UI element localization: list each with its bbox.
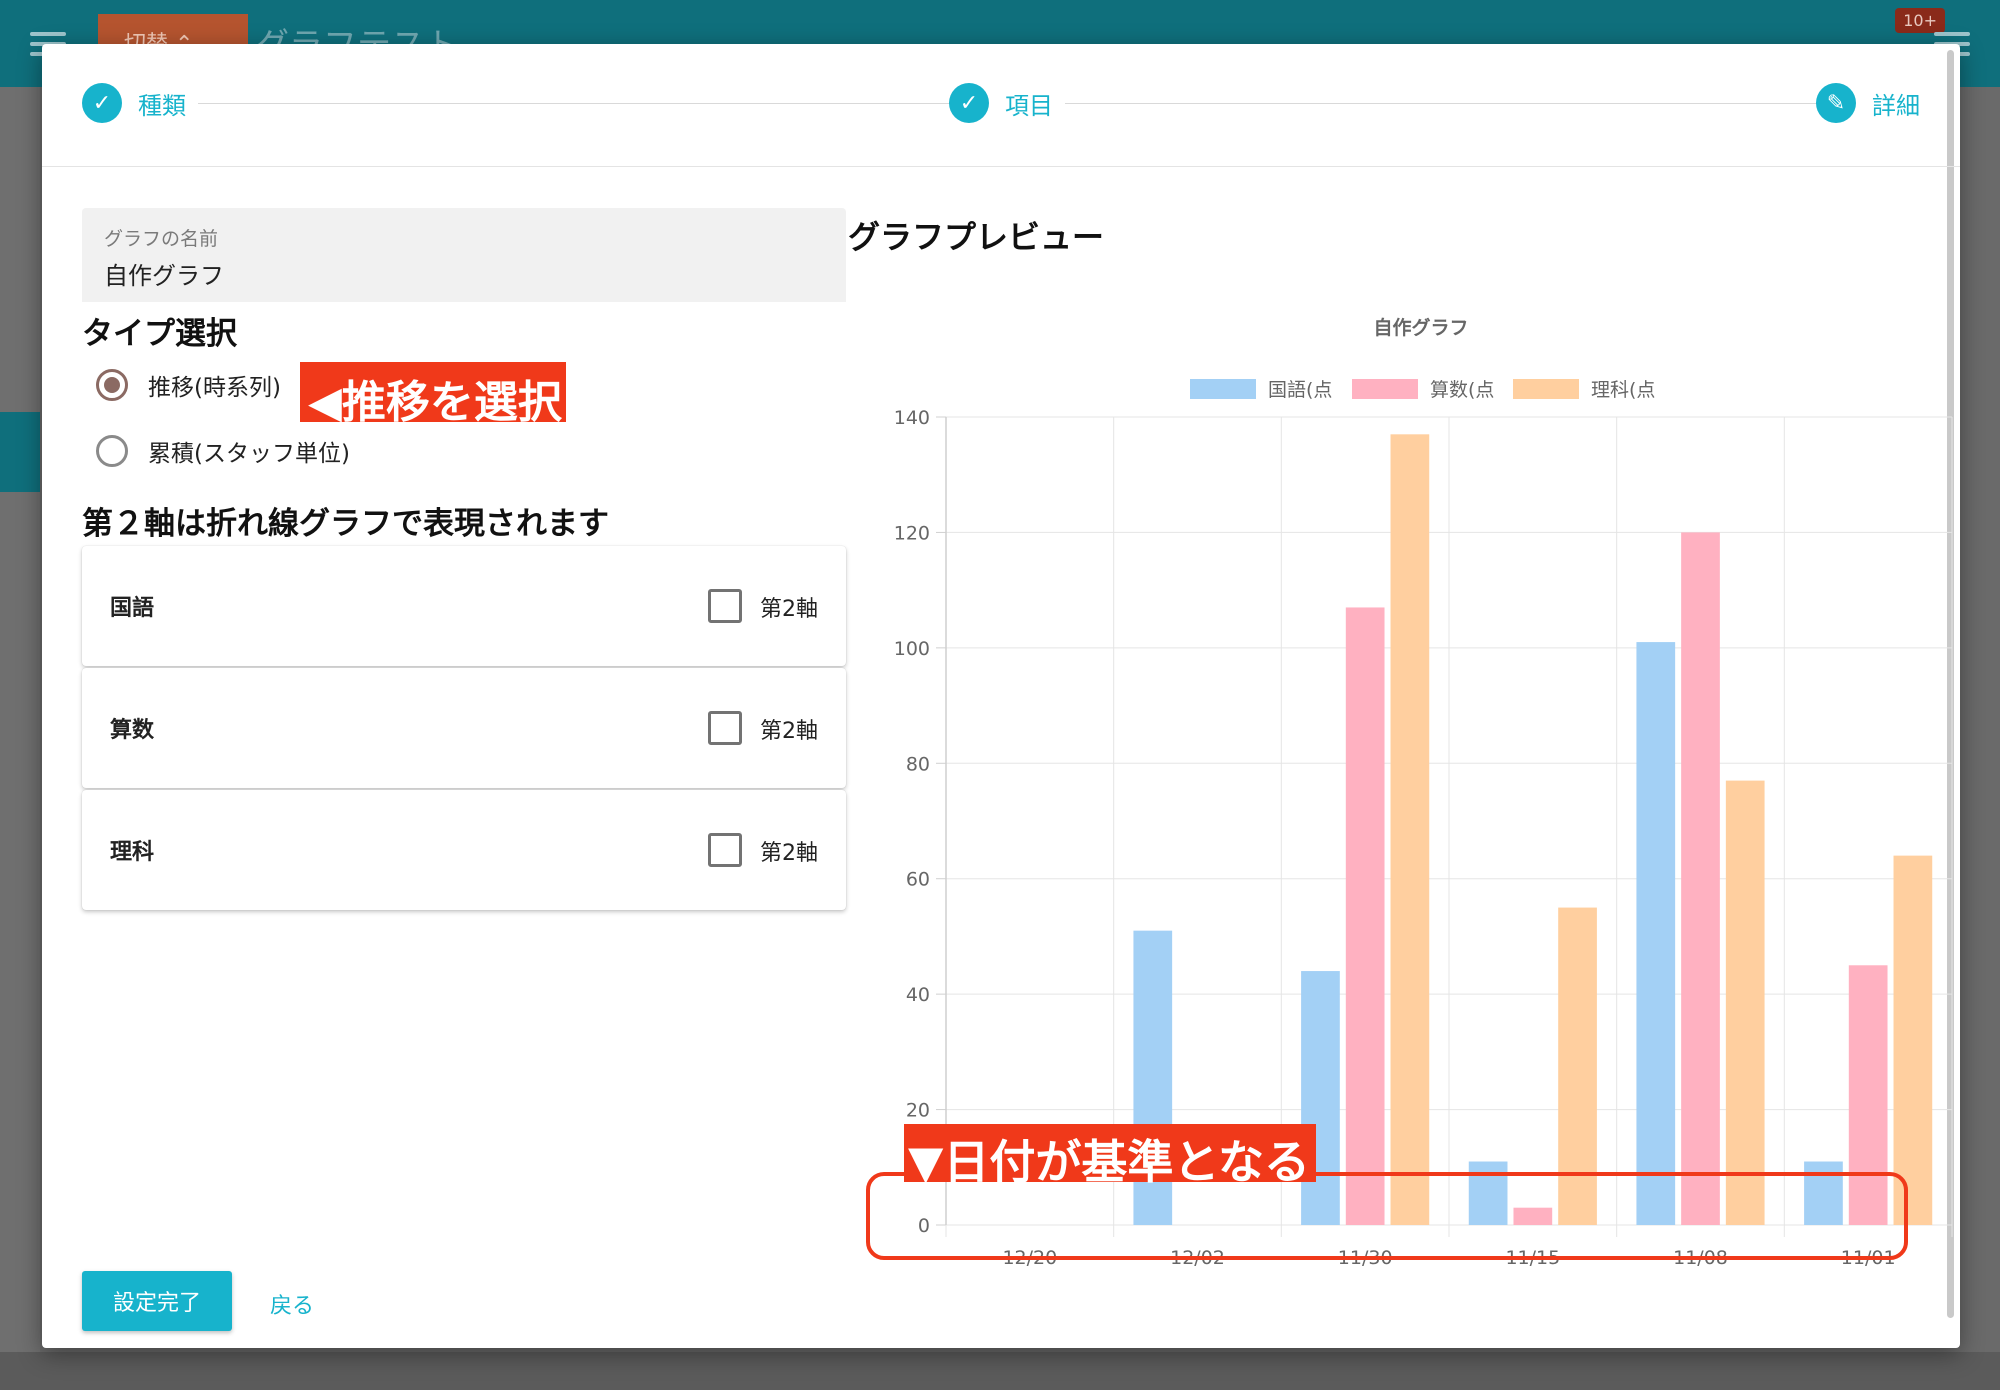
radio-label-trend: 推移(時系列) — [148, 375, 281, 401]
step-type-label: 種類 — [138, 91, 186, 120]
list-item: 理科 第2軸 — [82, 790, 846, 910]
radio-button-selected[interactable] — [96, 369, 128, 401]
notification-badge: 10+ — [1895, 8, 1945, 33]
radio-button-unselected[interactable] — [96, 435, 128, 467]
legend-label: 国語(点 — [1268, 379, 1332, 401]
bar — [1636, 642, 1676, 1225]
secondary-axis-heading: 第２軸は折れ線グラフで表現されます — [82, 506, 609, 542]
graph-name-value[interactable]: 自作グラフ — [104, 256, 224, 291]
secondary-axis-checkbox-label: 第2軸 — [760, 597, 818, 622]
chart-title: 自作グラフ — [1373, 316, 1468, 339]
secondary-axis-checkbox-label: 第2軸 — [760, 719, 818, 744]
bar — [1390, 434, 1430, 1225]
radio-option-trend[interactable]: 推移(時系列) — [96, 368, 281, 402]
legend-swatch — [1513, 379, 1579, 399]
graph-settings-dialog: ✓ 種類 ✓ 項目 ✎ 詳細 グラフの名前 自作グラフ タイプ選択 推移(時系列… — [42, 44, 1960, 1348]
secondary-axis-checkbox-label: 第2軸 — [760, 841, 818, 866]
step-connector — [1065, 103, 1835, 104]
stepper: ✓ 種類 ✓ 項目 ✎ 詳細 — [42, 44, 1960, 166]
chart-grid — [936, 416, 1953, 1237]
secondary-axis-checkbox[interactable] — [708, 833, 742, 867]
y-tick-label: 20 — [906, 1100, 930, 1122]
type-select-heading: タイプ選択 — [82, 316, 237, 352]
background-sidebar-active-item — [0, 412, 40, 492]
graph-name-field[interactable]: グラフの名前 自作グラフ — [82, 208, 846, 302]
y-tick-label: 120 — [894, 522, 930, 544]
back-button[interactable]: 戻る — [270, 1288, 314, 1320]
check-icon: ✓ — [949, 83, 989, 123]
subject-name: 理科 — [110, 840, 155, 865]
list-item: 算数 第2軸 — [82, 668, 846, 788]
legend-swatch — [1352, 379, 1418, 399]
stepper-divider — [42, 166, 1960, 167]
step-connector — [198, 103, 968, 104]
annotation-date-basis: ▼日付が基準となる — [904, 1124, 1316, 1189]
y-tick-label: 80 — [906, 753, 930, 775]
y-tick-label: 140 — [894, 407, 930, 429]
subject-name: 国語 — [110, 596, 155, 621]
preview-heading: グラフプレビュー — [848, 218, 1105, 256]
edit-pencil-icon: ✎ — [1816, 83, 1856, 123]
legend-swatch — [1190, 379, 1256, 399]
y-tick-label: 60 — [906, 869, 930, 891]
chart-y-axis: 020406080100120140 — [894, 407, 930, 1237]
background-sidebar — [0, 87, 40, 1390]
check-icon: ✓ — [82, 83, 122, 123]
step-items[interactable]: ✓ 項目 — [949, 83, 1053, 123]
secondary-axis-checkbox[interactable] — [708, 711, 742, 745]
step-items-label: 項目 — [1005, 91, 1053, 120]
step-type[interactable]: ✓ 種類 — [82, 83, 186, 123]
y-tick-label: 100 — [894, 638, 930, 660]
y-tick-label: 40 — [906, 984, 930, 1006]
step-details[interactable]: ✎ 詳細 — [1816, 83, 1920, 123]
bar — [1345, 607, 1385, 1225]
graph-name-label: グラフの名前 — [104, 228, 219, 250]
annotation-select-trend: ◀推移を選択 — [300, 362, 566, 428]
chart-bars — [1133, 434, 1933, 1225]
secondary-axis-checkbox[interactable] — [708, 589, 742, 623]
chart-legend: 国語(点 算数(点 理科(点 — [1190, 379, 1655, 401]
subject-name: 算数 — [110, 718, 155, 743]
legend-label: 算数(点 — [1430, 379, 1494, 401]
bar — [1681, 532, 1720, 1225]
list-item: 国語 第2軸 — [82, 546, 846, 666]
legend-label: 理科(点 — [1591, 379, 1655, 401]
secondary-axis-list: 国語 第2軸 算数 第2軸 理科 第2軸 — [82, 546, 846, 912]
bar — [1725, 780, 1765, 1225]
chart-preview: 自作グラフ 国語(点 算数(点 理科(点 020406080100120140 12… — [894, 316, 1953, 1269]
radio-label-cumulative: 累積(スタッフ単位) — [148, 441, 350, 467]
bar — [1893, 855, 1933, 1225]
done-button[interactable]: 設定完了 — [82, 1271, 232, 1331]
step-details-label: 詳細 — [1872, 91, 1920, 120]
background-footer — [0, 1352, 2000, 1390]
radio-option-cumulative[interactable]: 累積(スタッフ単位) — [96, 434, 350, 468]
